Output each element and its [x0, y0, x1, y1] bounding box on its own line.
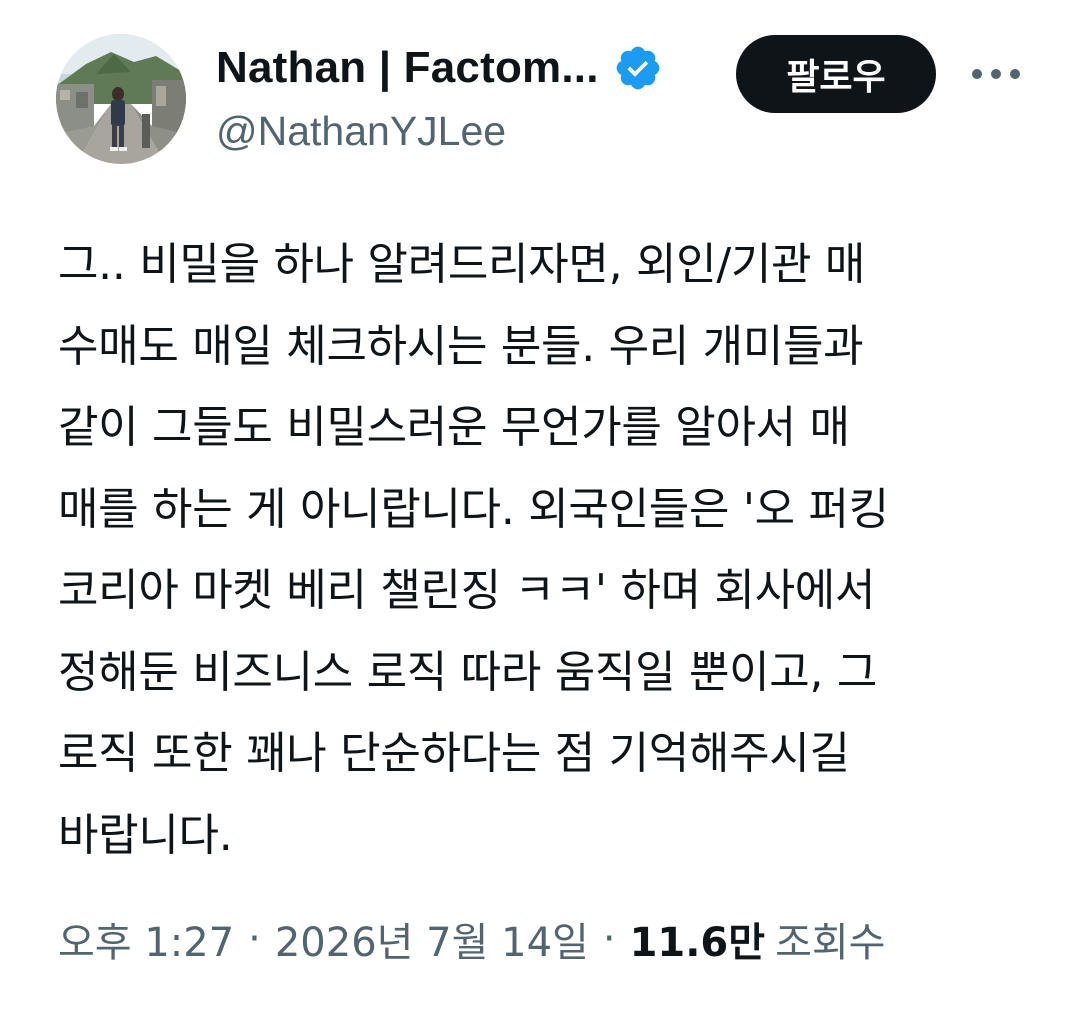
tweet-meta: 오후 1:27 · 2026년 7월 14일 · 11.6만 조회수	[58, 904, 885, 974]
follow-button[interactable]: 팔로우	[736, 35, 936, 113]
ellipsis-icon	[972, 69, 1020, 79]
author-name-row: Nathan | Factom...	[216, 40, 663, 96]
profile-photo	[56, 34, 186, 164]
tweet-text-line: 수매도 매일 체크하시는 분들. 우리 개미들과	[58, 320, 864, 372]
views-label[interactable]: 조회수	[775, 910, 885, 968]
author-handle[interactable]: @NathanYJLee	[216, 108, 506, 155]
tweet-text-line: 그.. 비밀을 하나 알려드리자면, 외인/기관 매	[58, 239, 866, 290]
tweet-text-line: 바랍니다.	[58, 809, 233, 861]
tweet-text-line: 정해둔 비즈니스 로직 따라 움직일 뿐이고, 그	[58, 646, 878, 698]
meta-separator: ·	[248, 916, 261, 962]
tweet-text: 그.. 비밀을 하나 알려드리자면, 외인/기관 매 수매도 매일 체크하시는 …	[58, 224, 1043, 876]
verified-badge-icon[interactable]	[613, 43, 663, 93]
tweet-time[interactable]: 오후 1:27	[58, 910, 234, 968]
meta-separator: ·	[602, 916, 616, 962]
tweet-date[interactable]: 2026년 7월 14일	[275, 910, 589, 968]
more-options-button[interactable]	[970, 52, 1022, 96]
views-count[interactable]: 11.6만	[630, 910, 766, 968]
tweet-text-line: 로직 또한 꽤나 단순하다는 점 기억해주시길	[58, 728, 850, 779]
tweet-text-line: 매를 하는 게 아니랍니다. 외국인들은 '오 퍼킹	[58, 483, 889, 535]
author-display-name[interactable]: Nathan | Factom...	[216, 43, 599, 93]
avatar[interactable]	[56, 34, 186, 164]
tweet-text-line: 코리아 마켓 베리 챌린징 ㅋㅋ' 하며 회사에서	[58, 565, 876, 616]
tweet-text-line: 같이 그들도 비밀스러운 무언가를 알아서 매	[58, 402, 850, 453]
